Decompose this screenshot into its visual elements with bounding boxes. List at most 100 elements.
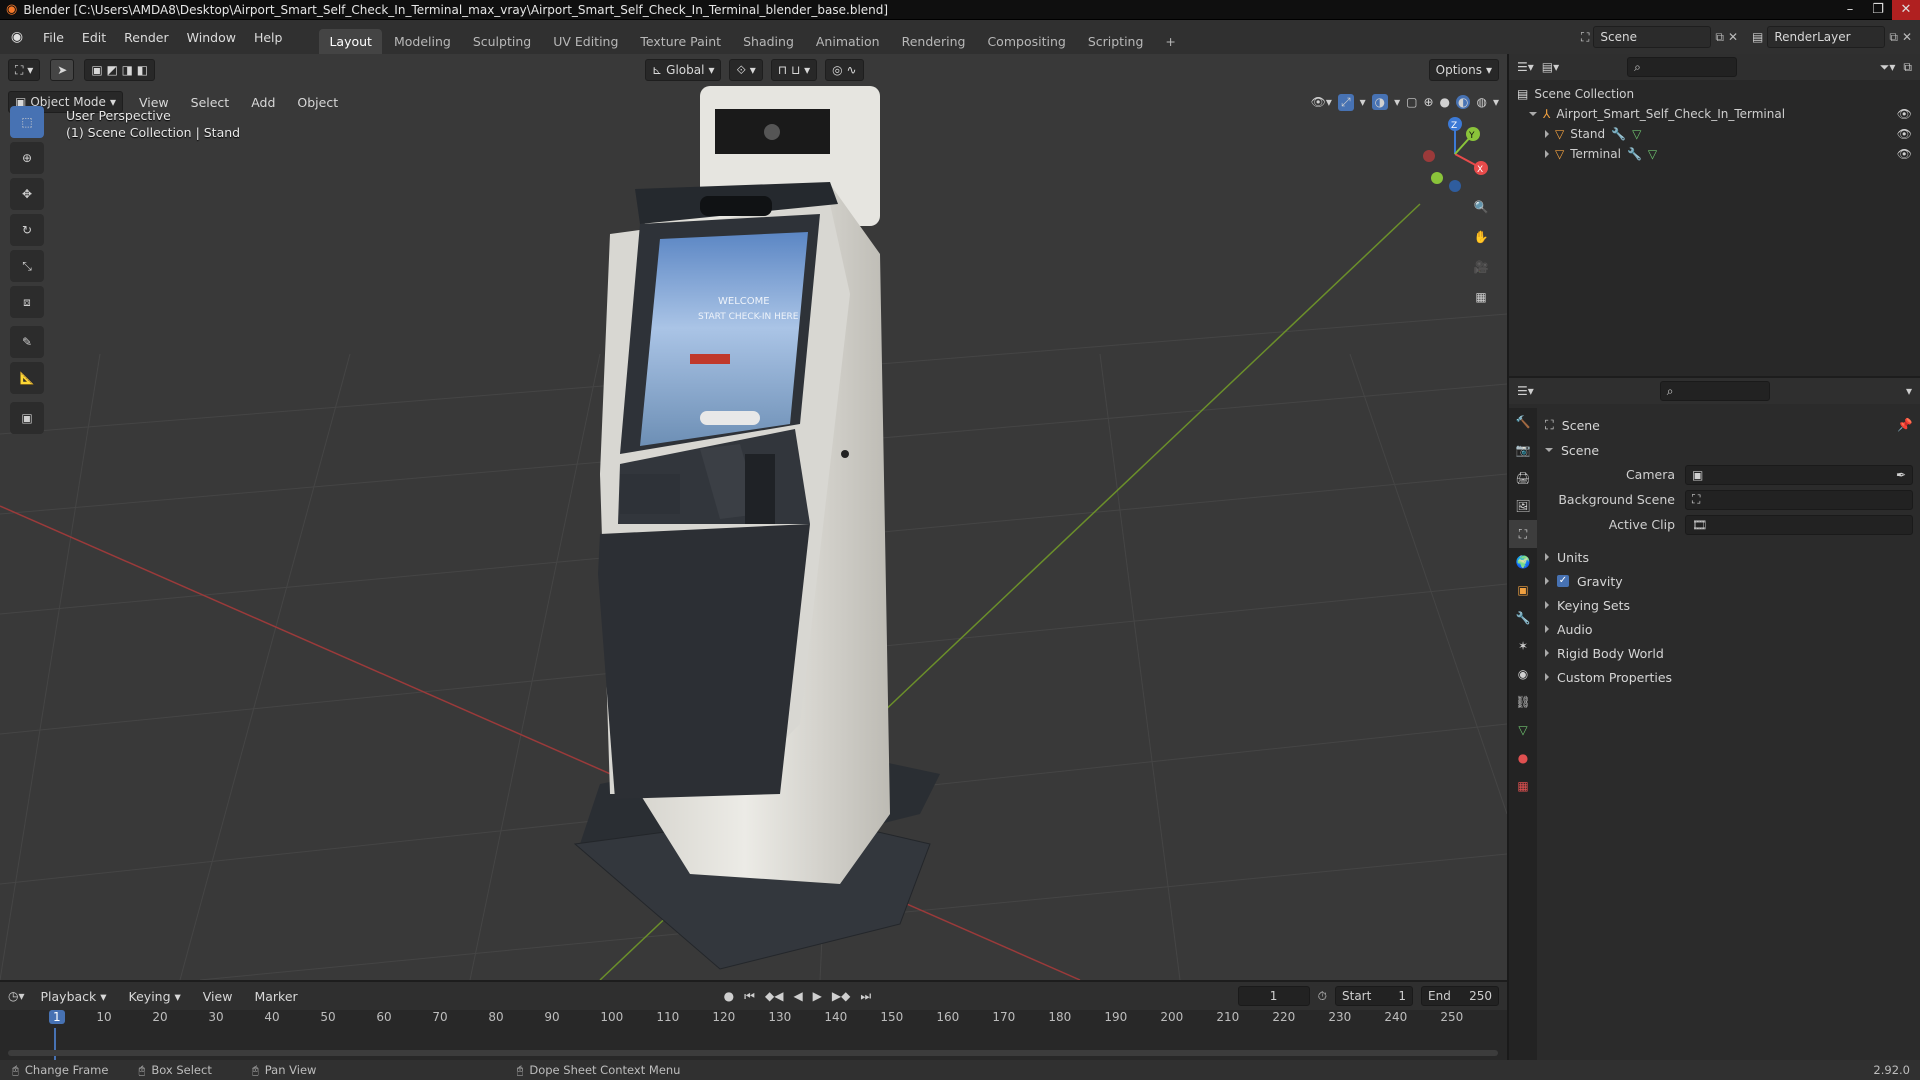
- transform-tool-icon[interactable]: ⧈: [10, 286, 44, 318]
- tab-rendering[interactable]: Rendering: [892, 29, 976, 54]
- expand-arrow-icon[interactable]: [1545, 625, 1549, 633]
- visibility-eye-icon[interactable]: 👁: [1897, 124, 1912, 144]
- panel-gravity[interactable]: ✓ Gravity: [1545, 569, 1913, 593]
- viewport-menu-select[interactable]: Select: [185, 95, 236, 110]
- frame-ruler[interactable]: 1 10 20 30 40 50 60 70 80 90 100 110 120 130 140 150 160…: [0, 1010, 1507, 1030]
- transform-orientation-dropdown[interactable]: ⊾ Global ▾: [645, 59, 722, 81]
- panel-units[interactable]: Units: [1545, 545, 1913, 569]
- auto-keying-icon[interactable]: ●: [724, 989, 734, 1003]
- modifier-tab-icon[interactable]: 🔧: [1509, 604, 1537, 632]
- view-layer-tab-icon[interactable]: 🖼: [1509, 492, 1537, 520]
- collapse-arrow-icon[interactable]: [1545, 448, 1553, 452]
- outliner-editor-icon[interactable]: ☰▾: [1517, 60, 1534, 74]
- timeline-editor-icon[interactable]: ◷▾: [8, 989, 25, 1003]
- filter-icon[interactable]: ⏷▾: [1880, 60, 1896, 75]
- tab-compositing[interactable]: Compositing: [977, 29, 1075, 54]
- viewport-menu-object[interactable]: Object: [291, 95, 344, 110]
- zoom-icon[interactable]: 🔍: [1466, 192, 1496, 222]
- minimize-icon[interactable]: –: [1836, 0, 1864, 20]
- xray-icon[interactable]: ▢: [1406, 95, 1417, 109]
- camera-view-icon[interactable]: 🎥: [1466, 252, 1496, 282]
- material-tab-icon[interactable]: ●: [1509, 744, 1537, 772]
- add-cube-tool-icon[interactable]: ▣: [10, 402, 44, 434]
- play-reverse-icon[interactable]: ◀: [793, 989, 802, 1003]
- cursor-tool-icon[interactable]: ⊕: [10, 142, 44, 174]
- expand-arrow-icon[interactable]: [1529, 112, 1537, 116]
- panel-audio[interactable]: Audio: [1545, 617, 1913, 641]
- display-mode-icon[interactable]: ▤▾: [1542, 60, 1559, 74]
- restore-icon[interactable]: ❐: [1864, 0, 1892, 20]
- particles-tab-icon[interactable]: ✶: [1509, 632, 1537, 660]
- move-tool-icon[interactable]: ✥: [10, 178, 44, 210]
- shading-material-icon[interactable]: ◐: [1456, 95, 1471, 109]
- scene-selector[interactable]: Scene: [1593, 26, 1712, 48]
- world-tab-icon[interactable]: 🌍: [1509, 548, 1537, 576]
- visibility-eye-icon[interactable]: 👁: [1897, 144, 1912, 164]
- output-tab-icon[interactable]: 🖨: [1509, 464, 1537, 492]
- editor-type-icon[interactable]: ⛶ ▾: [8, 59, 41, 81]
- properties-search-input[interactable]: ⌕: [1659, 381, 1770, 401]
- viewport-menu-add[interactable]: Add: [245, 95, 281, 110]
- tool-tab-icon[interactable]: 🔨: [1509, 408, 1537, 436]
- modifier-wrench-icon[interactable]: 🔧: [1611, 124, 1626, 144]
- modifier-wrench-icon[interactable]: 🔧: [1627, 144, 1642, 164]
- menu-window[interactable]: Window: [178, 30, 245, 45]
- shading-solid-icon[interactable]: ●: [1440, 95, 1450, 109]
- options-dropdown[interactable]: Options ▾: [1428, 59, 1499, 81]
- tab-scripting[interactable]: Scripting: [1078, 29, 1154, 54]
- snap-icon[interactable]: ⊓ ⊔ ▾: [770, 59, 818, 81]
- tab-modeling[interactable]: Modeling: [384, 29, 461, 54]
- chevron-down-icon[interactable]: ▾: [1906, 384, 1912, 398]
- expand-arrow-icon[interactable]: [1545, 553, 1549, 561]
- select-box-tool-icon[interactable]: ⬚: [10, 106, 44, 138]
- outliner-item-terminal[interactable]: ▽ Terminal 🔧 ▽ 👁: [1517, 144, 1912, 164]
- visibility-eye-icon[interactable]: 👁: [1897, 104, 1912, 124]
- timeline-menu-playback[interactable]: Playback ▾: [35, 989, 113, 1004]
- blender-menu-icon[interactable]: ◉: [0, 29, 34, 45]
- menu-help[interactable]: Help: [245, 30, 292, 45]
- expand-arrow-icon[interactable]: [1545, 130, 1549, 138]
- expand-arrow-icon[interactable]: [1545, 649, 1549, 657]
- active-clip-field[interactable]: 🎞: [1685, 514, 1913, 535]
- object-tab-icon[interactable]: ▣: [1509, 576, 1537, 604]
- texture-tab-icon[interactable]: ▦: [1509, 772, 1537, 800]
- overlays-icon[interactable]: ◑: [1371, 94, 1389, 110]
- panel-rigid-body-world[interactable]: Rigid Body World: [1545, 641, 1913, 665]
- select-tool-icon[interactable]: ➤: [50, 59, 75, 81]
- menu-edit[interactable]: Edit: [73, 30, 115, 45]
- selection-mode-icons[interactable]: ▣ ◩ ◨ ◧: [84, 59, 156, 81]
- delete-view-layer-icon[interactable]: ✕: [1902, 30, 1912, 44]
- data-tab-icon[interactable]: ▽: [1509, 716, 1537, 744]
- pan-hand-icon[interactable]: ✋: [1466, 222, 1496, 252]
- add-workspace-icon[interactable]: +: [1155, 29, 1185, 54]
- panel-keying-sets[interactable]: Keying Sets: [1545, 593, 1913, 617]
- shading-rendered-icon[interactable]: ◍: [1476, 95, 1486, 109]
- gizmo-icon[interactable]: ⤢: [1337, 93, 1354, 111]
- current-frame-field[interactable]: 1: [1237, 986, 1310, 1006]
- constraints-tab-icon[interactable]: ⛓: [1509, 688, 1537, 716]
- expand-arrow-icon[interactable]: [1545, 601, 1549, 609]
- timeline-scrollbar[interactable]: [8, 1050, 1498, 1056]
- scene-icon[interactable]: ⛶: [1581, 30, 1589, 45]
- view-layer-icon[interactable]: ▤: [1752, 30, 1763, 44]
- timeline-menu-keying[interactable]: Keying ▾: [123, 989, 187, 1004]
- prev-keyframe-icon[interactable]: ◆◀: [765, 989, 783, 1003]
- navigation-gizmo[interactable]: Z Y X: [1415, 114, 1495, 194]
- tab-texture-paint[interactable]: Texture Paint: [630, 29, 731, 54]
- timeline-menu-view[interactable]: View: [197, 989, 239, 1004]
- area-divider[interactable]: [1507, 54, 1509, 1060]
- start-frame-field[interactable]: Start 1: [1335, 986, 1413, 1006]
- end-frame-field[interactable]: End 250: [1421, 986, 1499, 1006]
- camera-field[interactable]: ▣ ✒: [1685, 464, 1913, 485]
- jump-end-icon[interactable]: ⏭: [860, 989, 871, 1004]
- tab-layout[interactable]: Layout: [319, 29, 382, 54]
- new-view-layer-icon[interactable]: ⧉: [1889, 30, 1898, 45]
- expand-arrow-icon[interactable]: [1545, 150, 1549, 158]
- delete-scene-icon[interactable]: ✕: [1728, 30, 1738, 44]
- annotate-tool-icon[interactable]: ✎: [10, 326, 44, 358]
- scene-section-header[interactable]: Scene: [1545, 438, 1913, 462]
- expand-arrow-icon[interactable]: [1545, 577, 1549, 585]
- menu-render[interactable]: Render: [115, 30, 178, 45]
- proportional-edit-icon[interactable]: ◎ ∿: [825, 59, 864, 81]
- view-layer-selector[interactable]: RenderLayer: [1767, 26, 1886, 48]
